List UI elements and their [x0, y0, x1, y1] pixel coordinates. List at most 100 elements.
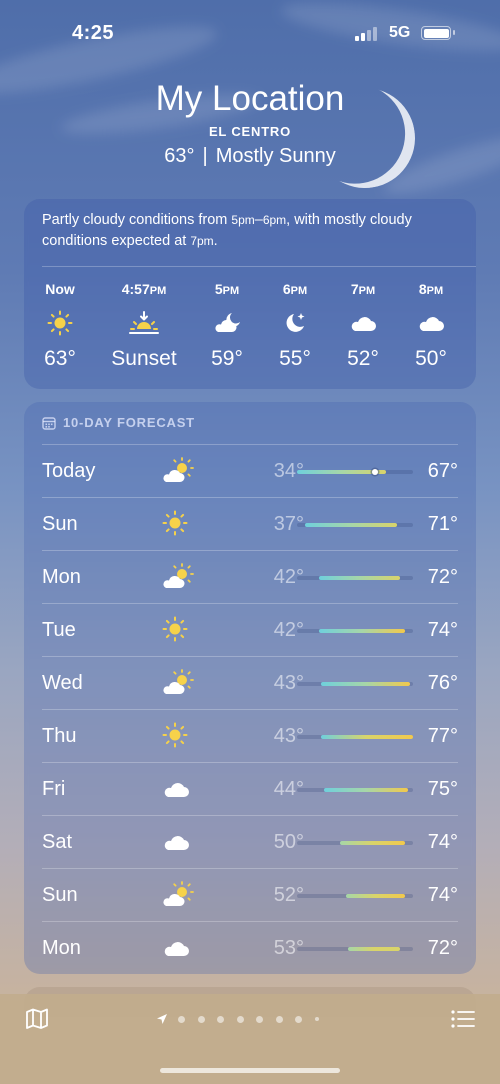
sun-icon	[162, 510, 196, 540]
page-dot[interactable]	[217, 1015, 224, 1023]
hour-temp: 52°	[347, 347, 379, 370]
page-indicator[interactable]	[156, 1012, 331, 1026]
temp-range-bar	[318, 629, 405, 633]
temp-range-bar	[345, 894, 405, 898]
partly-sunny-icon	[162, 881, 196, 911]
moon-stars-icon	[260, 309, 330, 337]
sunset-icon	[109, 309, 179, 337]
hour-temp: 63°	[44, 347, 76, 370]
high-temp: 67°	[427, 460, 458, 482]
hour-label: 4:57PM	[121, 281, 167, 297]
calendar-icon	[42, 416, 56, 430]
temp-range-bar	[321, 682, 411, 686]
current-temp-dot	[372, 469, 379, 475]
hour-temp: 55°	[279, 347, 311, 370]
cloud-icon	[396, 309, 466, 337]
high-temp: 77°	[427, 725, 458, 747]
current-temp: 63°	[164, 145, 195, 167]
page-dot[interactable]	[314, 1017, 319, 1021]
city-list-button[interactable]	[451, 1009, 475, 1034]
hour-item: 7PM 52°	[328, 281, 398, 371]
current-conditions: 63° | Mostly Sunny	[164, 145, 336, 167]
divider	[42, 266, 476, 267]
temp-range-bar	[348, 947, 400, 951]
cloud-icon	[162, 828, 196, 858]
high-temp: 76°	[427, 672, 458, 694]
forecast-row[interactable]: Sun 37° 71°	[42, 497, 458, 551]
network-type: 5G	[389, 24, 411, 41]
forecast-row[interactable]: Today 34° 67°	[42, 444, 458, 498]
temp-range-track	[297, 576, 413, 580]
hour-item: 8PM 50°	[396, 281, 466, 371]
forecast-row[interactable]: Tue 42° 74°	[42, 603, 458, 657]
status-time: 4:25	[72, 22, 115, 44]
cloud-icon	[328, 309, 398, 337]
forecast-row[interactable]: Mon 53° 72°	[42, 921, 458, 975]
partly-sunny-icon	[162, 457, 196, 487]
forecast-row[interactable]: Fri 44° 75°	[42, 762, 458, 816]
low-temp: 42°	[273, 566, 304, 588]
bottom-toolbar	[0, 994, 500, 1084]
current-condition: Mostly Sunny	[215, 145, 336, 167]
temp-range-track	[297, 523, 413, 527]
high-temp: 75°	[427, 778, 458, 800]
forecast-day: Today	[42, 460, 96, 482]
page-dot[interactable]	[197, 1015, 205, 1023]
hour-temp: Sunset	[111, 347, 177, 370]
low-temp: 44°	[273, 778, 304, 800]
forecast-day: Mon	[42, 937, 81, 959]
forecast-day: Sat	[42, 831, 73, 853]
high-temp: 74°	[427, 831, 458, 853]
forecast-header: 10-DAY FORECAST	[42, 415, 195, 430]
low-temp: 34°	[273, 460, 304, 482]
high-temp: 74°	[427, 884, 458, 906]
partly-cloudy-night-icon	[192, 309, 262, 337]
forecast-day: Fri	[42, 778, 66, 800]
forecast-title: 10-DAY FORECAST	[63, 415, 195, 430]
page-dot[interactable]	[295, 1015, 302, 1023]
temp-range-bar	[318, 576, 400, 580]
page-dot[interactable]	[178, 1015, 185, 1023]
page-dot[interactable]	[236, 1015, 244, 1023]
location-header: My Location EL CENTRO 63° | Mostly Sunny	[0, 78, 500, 168]
status-bar: 4:25 5G	[0, 0, 500, 68]
sun-icon	[25, 309, 95, 337]
page-dot[interactable]	[256, 1015, 263, 1023]
page-dot[interactable]	[275, 1015, 283, 1023]
low-temp: 42°	[273, 619, 304, 641]
temp-range-track	[297, 947, 413, 951]
sun-icon	[162, 616, 196, 646]
forecast-row[interactable]: Sun 52° 74°	[42, 868, 458, 922]
forecast-day: Mon	[42, 566, 81, 588]
map-button[interactable]	[25, 1008, 49, 1035]
hour-label: Now	[45, 281, 75, 297]
hour-item: 5PM 59°	[192, 281, 262, 371]
hourly-forecast-card[interactable]: Partly cloudy conditions from 5pm–6pm, w…	[24, 199, 476, 389]
temp-range-track	[297, 735, 413, 739]
hour-label: 6PM	[282, 281, 308, 297]
temp-range-bar	[340, 841, 405, 845]
home-indicator	[160, 1068, 340, 1073]
high-temp: 72°	[427, 937, 458, 959]
temp-range-bar	[323, 788, 408, 792]
location-arrow-icon	[157, 1014, 167, 1024]
cellular-signal-icon	[355, 27, 381, 41]
city-name: My Location	[155, 79, 345, 118]
hourly-summary: Partly cloudy conditions from 5pm–6pm, w…	[42, 212, 412, 249]
forecast-row[interactable]: Wed 43° 76°	[42, 656, 458, 710]
hour-temp: 59°	[211, 347, 243, 370]
forecast-day: Thu	[42, 725, 77, 747]
forecast-row[interactable]: Mon 42° 72°	[42, 550, 458, 604]
list-icon	[451, 1010, 475, 1028]
forecast-day: Sun	[42, 884, 78, 906]
page-dots	[178, 1015, 331, 1023]
hour-temp: 50°	[415, 347, 447, 370]
map-icon	[26, 1008, 48, 1029]
sun-icon	[162, 722, 196, 752]
forecast-day: Sun	[42, 513, 78, 535]
forecast-row[interactable]: Thu 43° 77°	[42, 709, 458, 763]
cloud-icon	[162, 775, 196, 805]
high-temp: 71°	[427, 513, 458, 535]
forecast-row[interactable]: Sat 50° 74°	[42, 815, 458, 869]
ten-day-forecast-card[interactable]: 10-DAY FORECAST Today 34° 67° Sun 37° 71° Mon 4…	[24, 402, 476, 974]
